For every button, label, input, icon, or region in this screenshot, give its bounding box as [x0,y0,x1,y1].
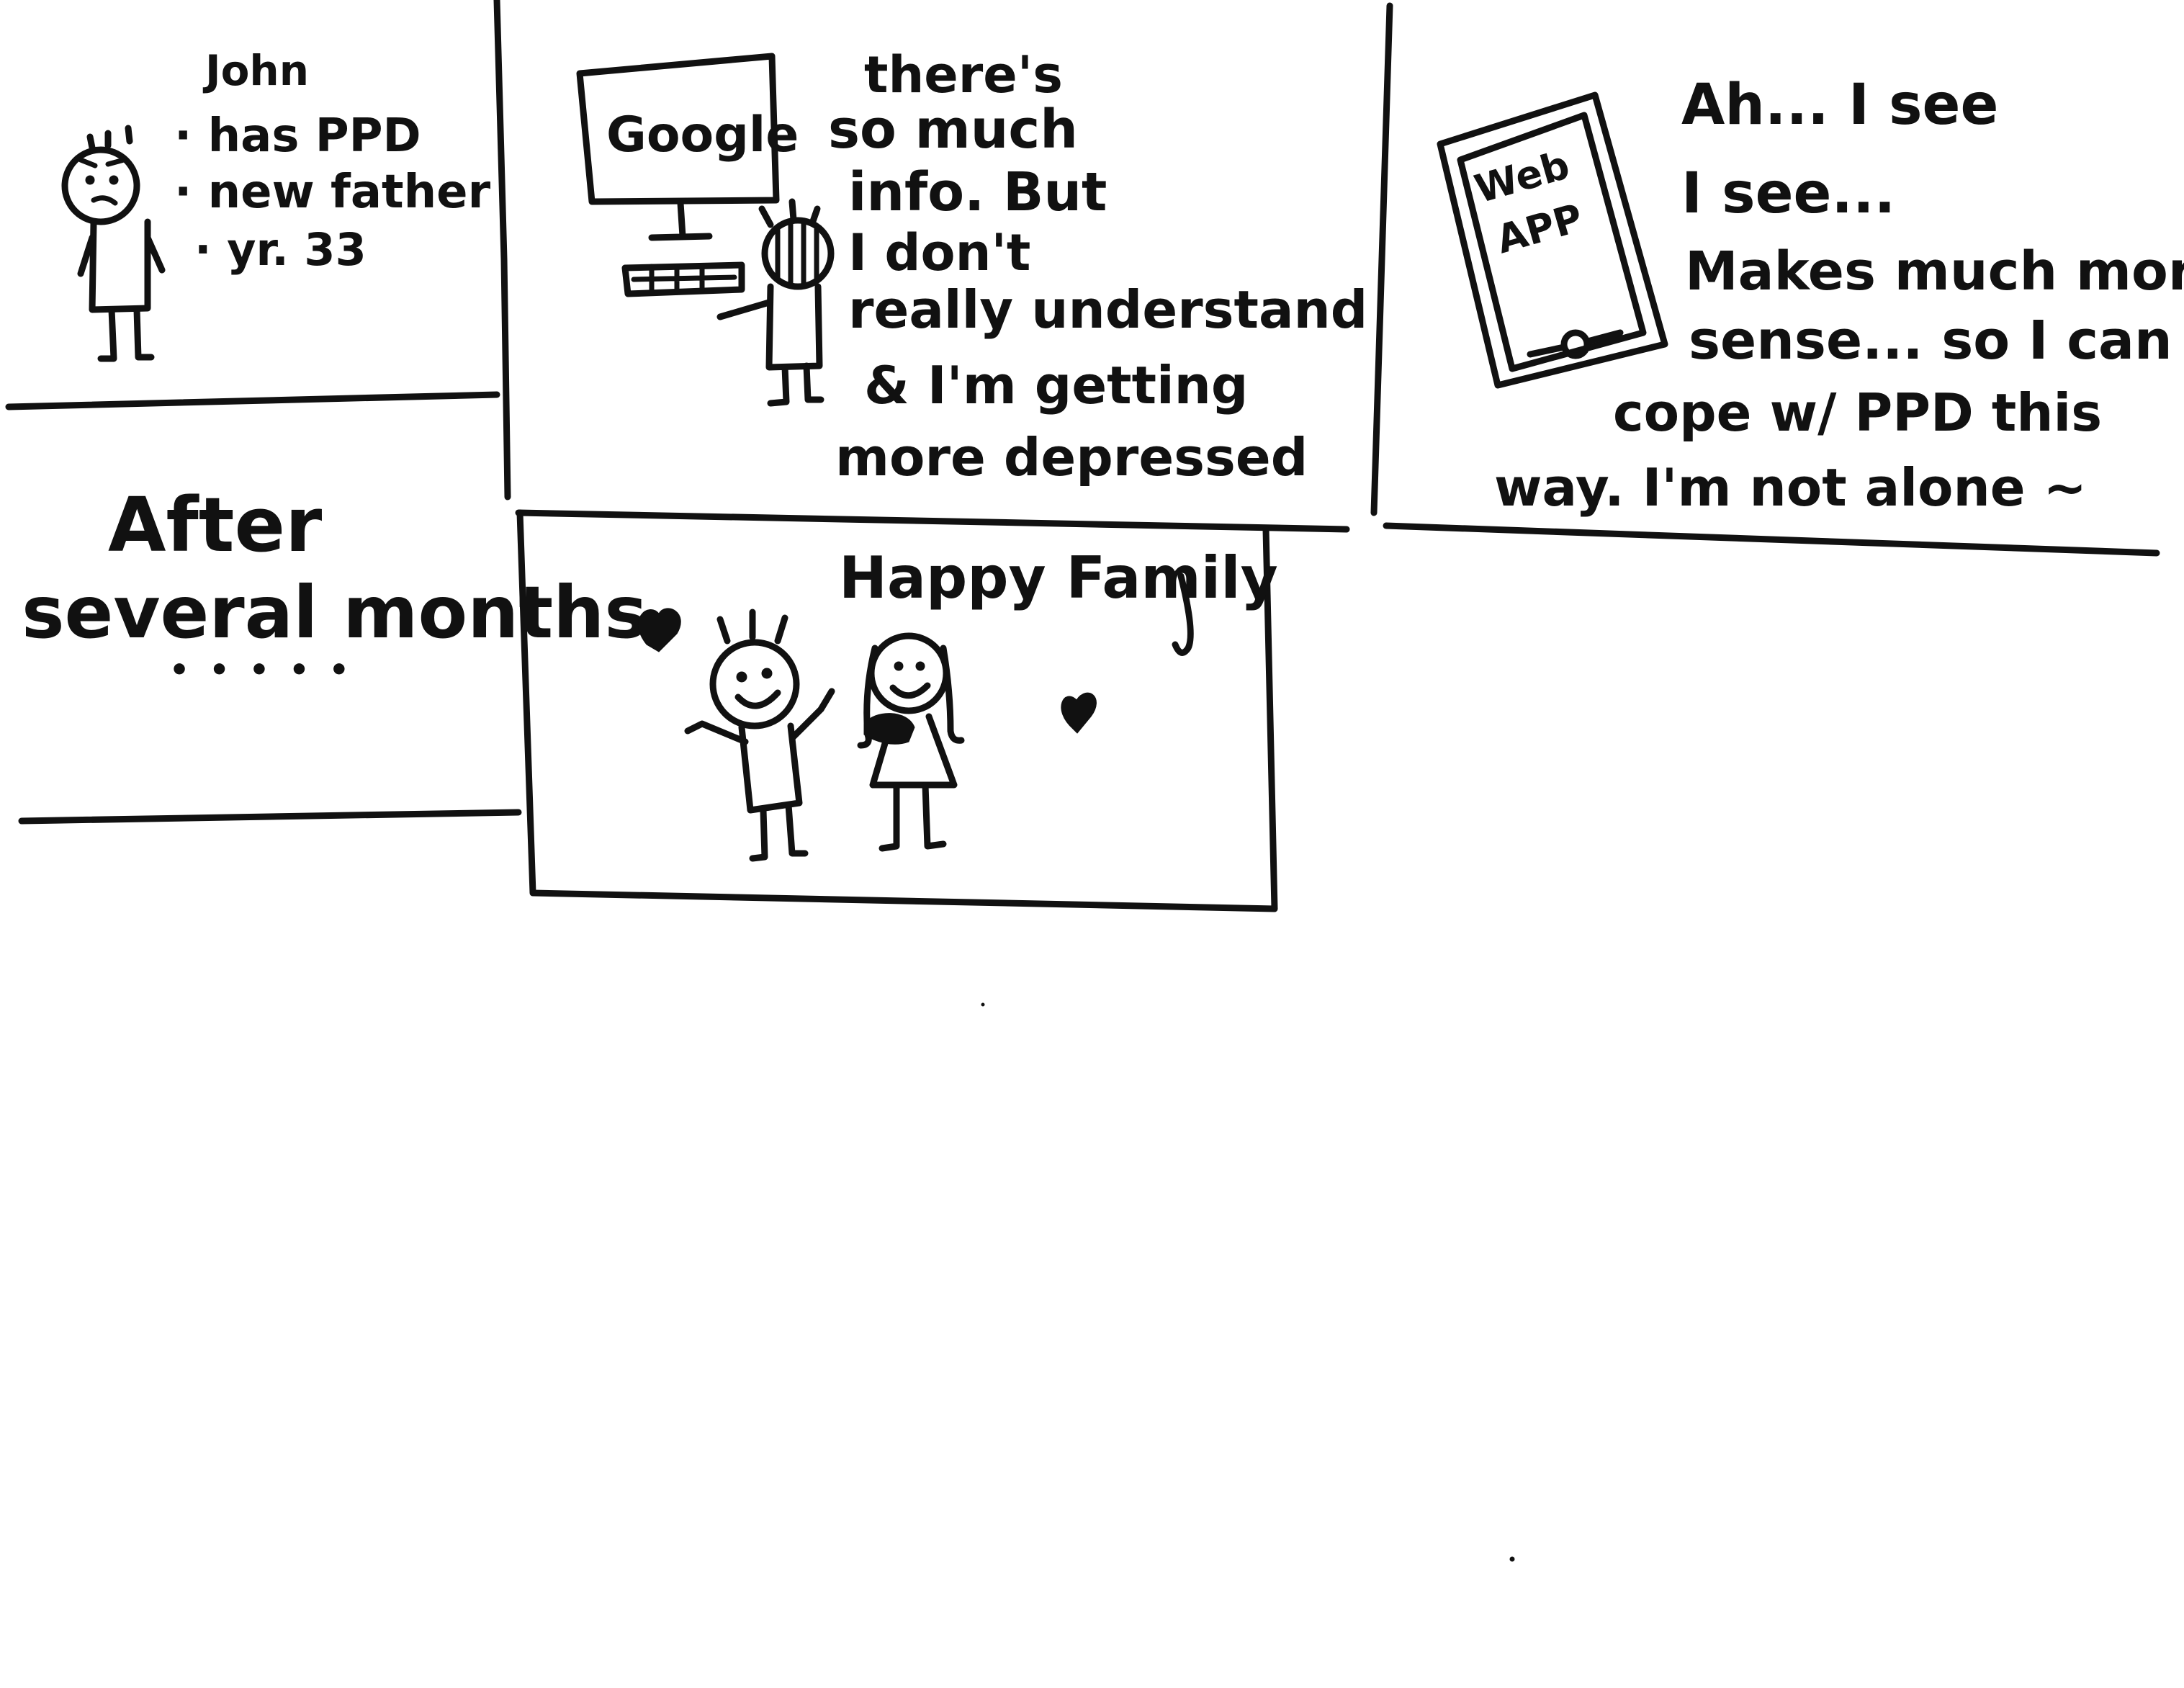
google-text-line-7: more depressed [835,427,1308,488]
phone-icon: Web APP [1437,91,1668,389]
depressed-figure [716,198,835,407]
mother-with-baby-figure [857,632,965,852]
google-text-line-2: so much [828,99,1078,161]
panel-web-app: Web APP Ah... I see I see... Makes much … [1437,73,2184,518]
google-label: Google [606,107,799,163]
google-text-line-1: there's [864,45,1063,104]
panel-google: Google there's so much info. But I don't… [576,45,1367,488]
google-text-line-3: info. But [848,161,1107,223]
web-app-text-line-5: cope w/ PPD this [1613,382,2102,443]
john-figure [61,125,166,362]
web-app-text-line-3: Makes much more [1685,241,2184,302]
web-app-text-line-4: sense... so I can [1689,310,2172,372]
google-text-line-4: I don't [848,223,1030,282]
paper-speck [1509,1556,1515,1562]
john-bullet-3: · yr. 33 [194,223,367,276]
paper-speck [981,1002,985,1007]
storyboard-sketch: John · has PPD · new father · yr. 33 Goo… [5,0,2184,1562]
heart-icon [1061,692,1097,734]
happy-family-caption: Happy Family [839,544,1278,611]
web-app-text-line-1: Ah... I see [1681,73,1998,138]
panel-john: John · has PPD · new father · yr. 33 [61,46,491,362]
web-app-text-line-6: way. I'm not alone ~ [1494,457,2087,518]
father-figure [684,609,835,862]
john-name: John [202,46,309,95]
web-app-text-line-2: I see... [1681,161,1895,226]
john-bullet-1: · has PPD [174,109,421,163]
after-ellipsis: • • • • • [169,652,354,688]
after-line-1: After [108,481,322,569]
after-line-2: several months [22,570,647,655]
panel-happy-family: Happy Family [638,544,1278,862]
john-bullet-2: · new father [174,166,491,219]
keyboard-icon [621,261,745,297]
google-text-line-5: really understand [848,279,1367,340]
google-text-line-6: & I'm getting [864,355,1248,416]
